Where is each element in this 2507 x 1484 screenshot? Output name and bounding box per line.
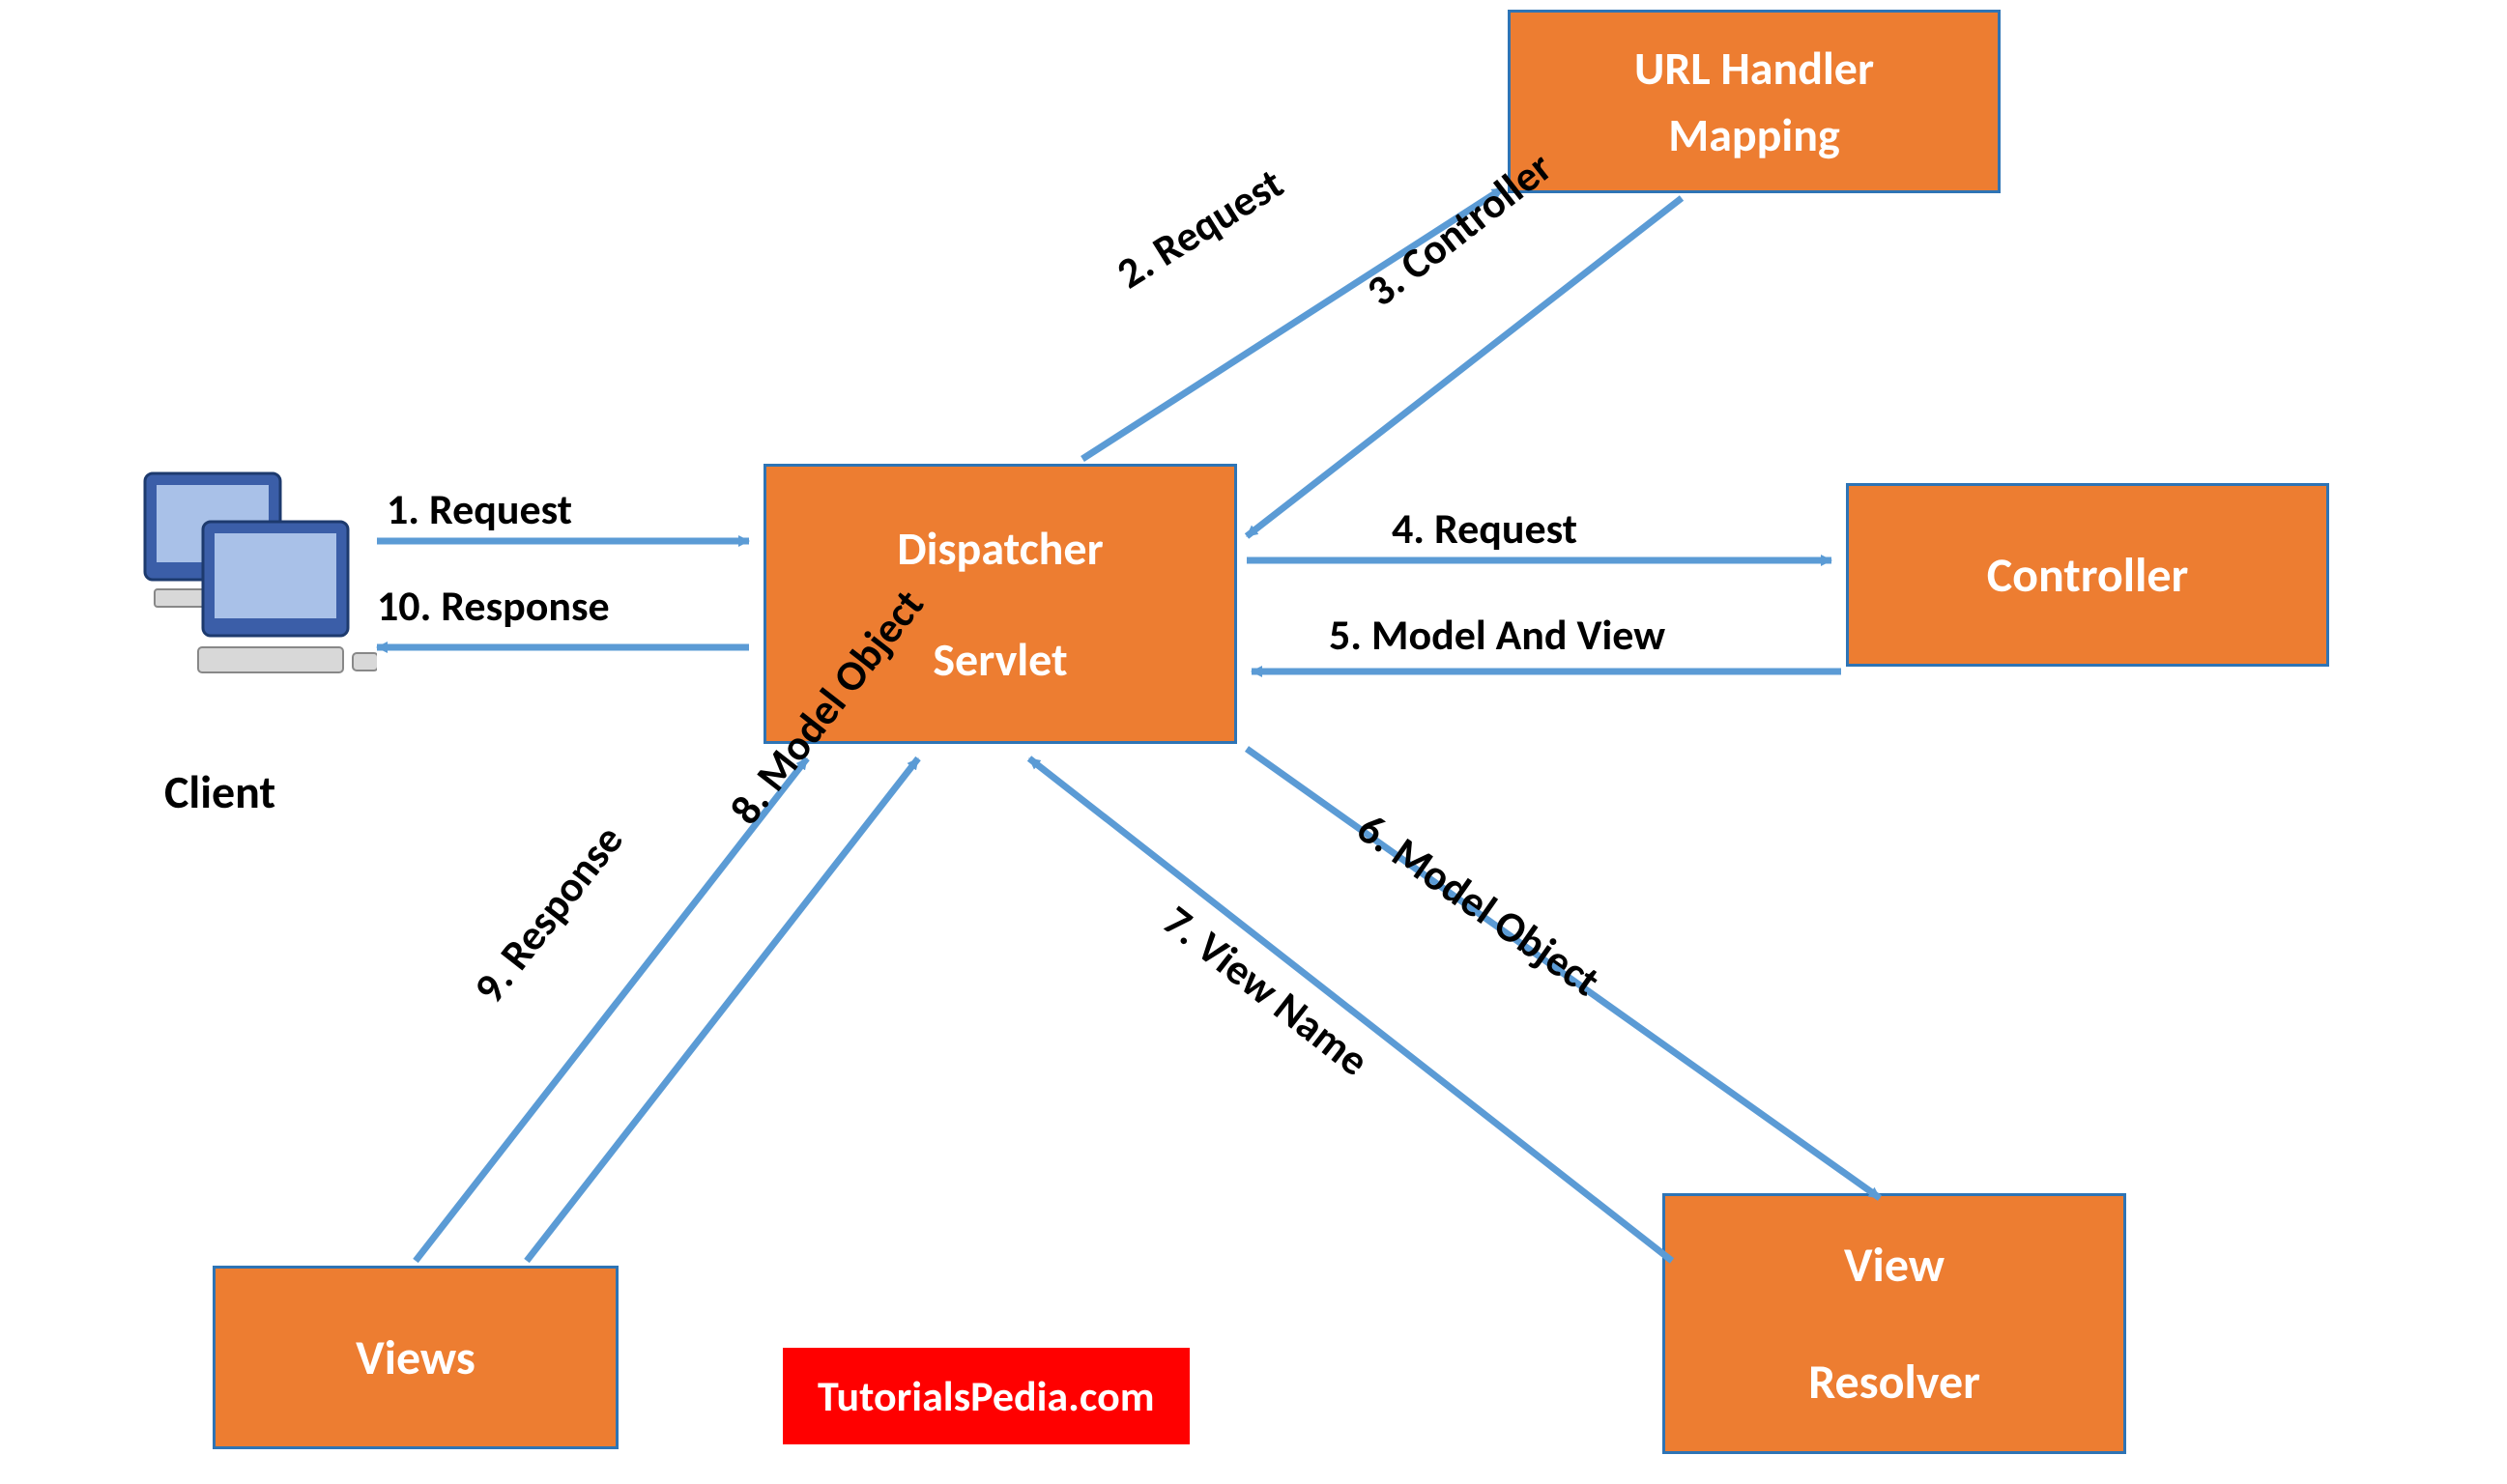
controller-label: Controller [1987, 546, 2189, 605]
edge-9-label: 9. Response [463, 814, 634, 1013]
view-resolver-box: View Resolver [1662, 1193, 2126, 1454]
url-handler-line2: Mapping [1668, 106, 1839, 163]
edge-5-label: 5. Model And View [1329, 609, 1665, 661]
dispatcher-line1: Dispatcher [897, 520, 1103, 577]
edge-4-label: 4. Request [1392, 502, 1577, 555]
edge-2-label: 2. Request [1108, 157, 1292, 300]
dispatcher-line2: Servlet [933, 631, 1067, 688]
client-icon [106, 454, 377, 725]
controller-box: Controller [1846, 483, 2329, 667]
url-handler-line1: URL Handler [1634, 40, 1874, 97]
watermark: TutorialsPedia.com [783, 1348, 1190, 1444]
edge-6-label: 6. Model Object [1348, 802, 1610, 1007]
client-label: Client [164, 763, 275, 820]
views-box: Views [213, 1266, 619, 1449]
url-handler-mapping-box: URL Handler Mapping [1508, 10, 2001, 193]
view-resolver-line2: Resolver [1808, 1353, 1980, 1412]
edge-10-label: 10. Response [377, 580, 610, 632]
views-label: Views [356, 1328, 475, 1387]
view-resolver-line1: View [1844, 1236, 1945, 1295]
edge-3-label: 3. Controller [1356, 141, 1562, 318]
edge-1-label: 1. Request [387, 483, 572, 535]
edge-7-label: 7. View Name [1153, 895, 1379, 1087]
